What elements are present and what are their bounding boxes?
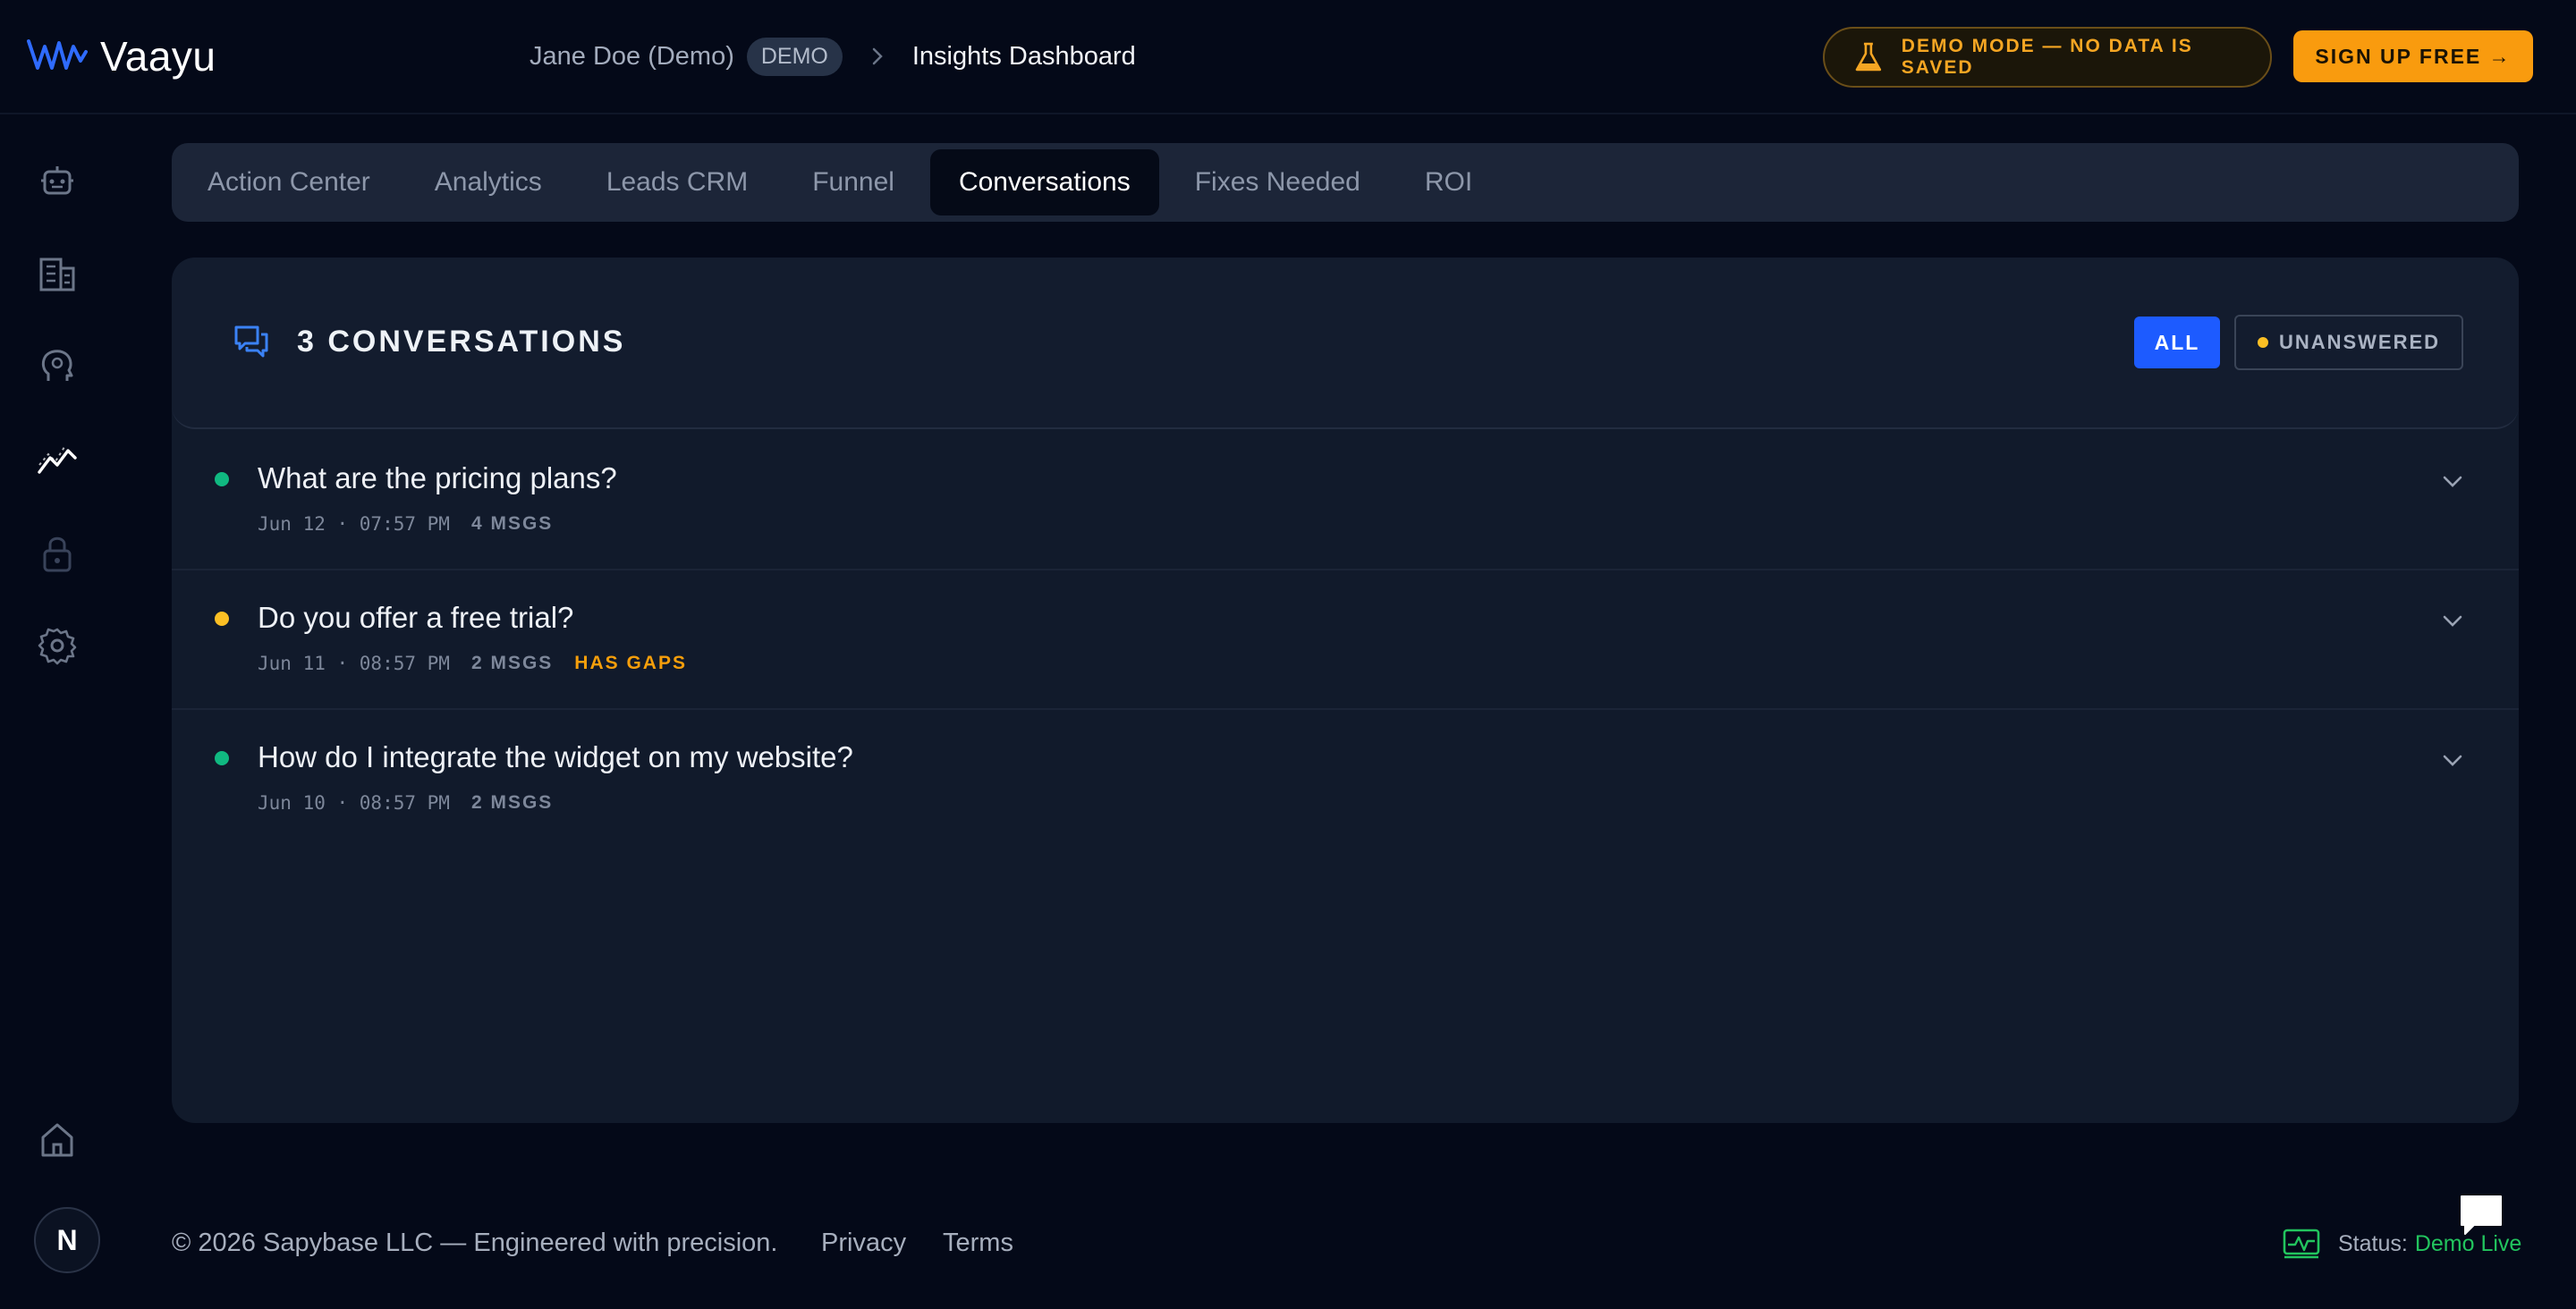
- filter-unanswered-button[interactable]: UNANSWERED: [2234, 315, 2463, 370]
- conversation-title: How do I integrate the widget on my webs…: [258, 740, 853, 773]
- building-icon[interactable]: [36, 252, 79, 295]
- chevron-down-icon[interactable]: [2440, 469, 2465, 494]
- unanswered-dot-icon: [2257, 337, 2268, 348]
- demo-mode-text: DEMO MODE — NO DATA IS SAVED: [1901, 36, 2193, 78]
- conversation-meta: Jun 12 · 07:57 PM 4 MSGS: [258, 513, 553, 535]
- dashboard-tabs: Action Center Analytics Leads CRM Funnel…: [172, 143, 2519, 222]
- sign-up-button[interactable]: SIGN UP FREE →: [2293, 30, 2533, 82]
- filter-unanswered-label: UNANSWERED: [2278, 331, 2441, 353]
- home-icon[interactable]: [36, 1118, 79, 1161]
- tab-leads-crm[interactable]: Leads CRM: [578, 149, 776, 215]
- sidebar: N: [0, 116, 116, 1309]
- status-dot-icon: [215, 472, 229, 486]
- conversations-panel: 3 CONVERSATIONS ALL UNANSWERED What are …: [172, 258, 2519, 1123]
- breadcrumb-user[interactable]: Jane Doe (Demo): [530, 42, 734, 72]
- chevron-down-icon[interactable]: [2440, 747, 2465, 773]
- footer-copyright: © 2026 Sapybase LLC — Engineered with pr…: [172, 1229, 778, 1257]
- chat-bubbles-icon: [234, 325, 268, 358]
- tab-action-center[interactable]: Action Center: [179, 149, 399, 215]
- breadcrumb: Jane Doe (Demo) DEMO Insights Dashboard: [530, 36, 1136, 77]
- message-count: 4 MSGS: [470, 513, 554, 534]
- vaayu-logo-icon: [27, 39, 88, 70]
- conversation-row[interactable]: What are the pricing plans? Jun 12 · 07:…: [172, 431, 2519, 570]
- chevron-down-icon[interactable]: [2440, 608, 2465, 633]
- lock-icon[interactable]: [36, 531, 79, 574]
- message-count: 2 MSGS: [470, 653, 554, 673]
- conversation-date: Jun 10 · 08:57 PM: [258, 792, 450, 814]
- status-dot-icon: [215, 751, 229, 765]
- insights-chart-icon[interactable]: [36, 438, 79, 481]
- conversation-count-title: 3 CONVERSATIONS: [297, 324, 626, 359]
- demo-mode-banner: DEMO MODE — NO DATA IS SAVED: [1823, 27, 2272, 88]
- status-label: Status:: [2338, 1230, 2408, 1256]
- top-bar: Vaayu Jane Doe (Demo) DEMO Insights Dash…: [0, 0, 2576, 114]
- chat-widget-icon[interactable]: [2458, 1193, 2504, 1237]
- conversation-title: Do you offer a free trial?: [258, 601, 574, 634]
- user-avatar[interactable]: N: [34, 1207, 100, 1273]
- settings-icon[interactable]: [36, 624, 79, 667]
- terms-link[interactable]: Terms: [943, 1229, 1013, 1258]
- status-dot-icon: [215, 612, 229, 626]
- filter-all-button[interactable]: ALL: [2134, 317, 2220, 368]
- app-name: Vaayu: [100, 33, 216, 80]
- breadcrumb-current: Insights Dashboard: [911, 41, 1136, 71]
- activity-monitor-icon: [2283, 1229, 2320, 1259]
- app-logo[interactable]: Vaayu: [27, 32, 216, 80]
- tab-roi[interactable]: ROI: [1396, 149, 1501, 215]
- panel-header: 3 CONVERSATIONS ALL UNANSWERED: [172, 258, 2519, 429]
- tab-fixes-needed[interactable]: Fixes Needed: [1166, 149, 1389, 215]
- conversation-meta: Jun 11 · 08:57 PM 2 MSGS HAS GAPS: [258, 653, 687, 674]
- conversation-row[interactable]: Do you offer a free trial? Jun 11 · 08:5…: [172, 570, 2519, 710]
- tab-conversations[interactable]: Conversations: [929, 149, 1159, 215]
- privacy-link[interactable]: Privacy: [821, 1229, 906, 1258]
- conversation-date: Jun 11 · 08:57 PM: [258, 653, 450, 674]
- demo-badge: DEMO: [746, 37, 843, 76]
- conversation-meta: Jun 10 · 08:57 PM 2 MSGS: [258, 792, 553, 814]
- tab-analytics[interactable]: Analytics: [406, 149, 571, 215]
- chevron-right-icon: [872, 47, 883, 65]
- brain-icon[interactable]: [36, 345, 79, 388]
- tab-funnel[interactable]: Funnel: [784, 149, 923, 215]
- bot-icon[interactable]: [36, 159, 79, 202]
- panel-title: 3 CONVERSATIONS: [233, 324, 625, 359]
- conversation-date: Jun 12 · 07:57 PM: [258, 513, 450, 535]
- conversation-row[interactable]: How do I integrate the widget on my webs…: [172, 710, 2519, 849]
- message-count: 2 MSGS: [470, 792, 554, 813]
- flask-icon: [1855, 42, 1882, 72]
- has-gaps-badge: HAS GAPS: [574, 653, 687, 673]
- conversation-title: What are the pricing plans?: [258, 461, 617, 494]
